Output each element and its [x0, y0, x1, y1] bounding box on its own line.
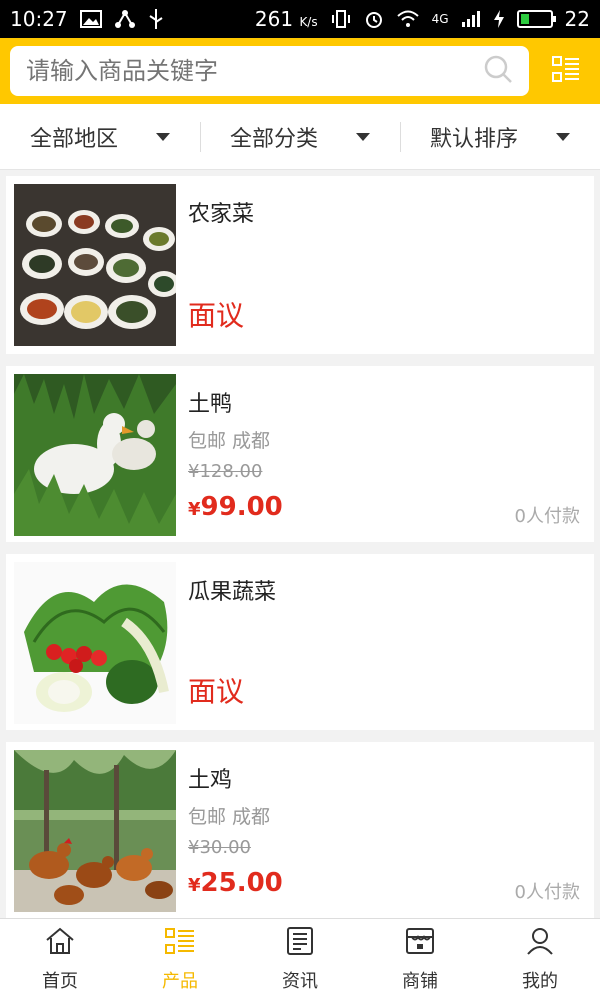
product-info: 瓜果蔬菜 面议	[188, 562, 586, 722]
product-image	[14, 374, 176, 536]
nav-mine[interactable]: 我的	[480, 919, 600, 1000]
nav-products[interactable]: 产品	[120, 919, 240, 1000]
product-card[interactable]: 土鸡 包邮 成都 ¥30.00 ¥25.00 0人付款	[6, 742, 594, 918]
filter-category[interactable]: 全部分类	[200, 104, 400, 169]
signal-icon	[461, 10, 481, 28]
nav-label: 产品	[162, 971, 198, 992]
product-image	[14, 562, 176, 724]
battery-icon	[516, 10, 556, 28]
nav-label: 资讯	[282, 971, 318, 992]
user-icon	[525, 926, 555, 961]
charging-icon	[493, 9, 505, 29]
usb-icon	[148, 8, 164, 30]
clock: 10:27	[10, 7, 68, 31]
product-info: 农家菜 面议	[188, 184, 586, 346]
filter-label: 全部分类	[229, 126, 318, 152]
original-price: ¥30.00	[188, 837, 251, 858]
shop-icon	[404, 926, 436, 961]
image-icon	[79, 10, 102, 28]
nav-label: 我的	[522, 971, 558, 992]
caret-down-icon	[156, 132, 170, 141]
caret-down-icon	[356, 132, 370, 141]
wifi-icon	[396, 10, 420, 28]
caret-down-icon	[556, 132, 570, 141]
network-speed: 261 K/s	[254, 7, 318, 31]
product-title: 农家菜	[188, 202, 255, 227]
share-icon	[114, 9, 136, 29]
product-card[interactable]: 土鸭 包邮 成都 ¥128.00 ¥99.00 0人付款	[6, 366, 594, 542]
filter-label: 默认排序	[429, 126, 518, 152]
status-bar: 10:27 261 K/s 4G 22	[0, 0, 600, 38]
filter-label: 全部地区	[29, 126, 118, 152]
nav-shop[interactable]: 商铺	[360, 919, 480, 1000]
price-negotiable: 面议	[188, 299, 245, 332]
paid-count: 0人付款	[514, 506, 580, 527]
filter-bar: 全部地区 全部分类 默认排序	[0, 104, 600, 170]
search-bar[interactable]	[10, 46, 529, 96]
product-info: 土鸭 包邮 成都 ¥128.00 ¥99.00 0人付款	[188, 374, 586, 534]
product-info: 土鸡 包邮 成都 ¥30.00 ¥25.00 0人付款	[188, 750, 586, 910]
shipping-location: 包邮 成都	[188, 806, 271, 828]
product-card[interactable]: 瓜果蔬菜 面议	[6, 554, 594, 730]
search-header	[0, 38, 600, 104]
filter-region[interactable]: 全部地区	[0, 104, 200, 169]
original-price: ¥128.00	[188, 461, 263, 482]
network-type: 4G	[431, 12, 449, 26]
shipping-location: 包邮 成都	[188, 430, 271, 452]
battery-level: 22	[564, 7, 590, 31]
search-input[interactable]	[26, 57, 446, 85]
nav-label: 商铺	[402, 971, 438, 992]
nav-home[interactable]: 首页	[0, 919, 120, 1000]
current-price: ¥25.00	[188, 868, 283, 898]
product-title: 瓜果蔬菜	[188, 580, 277, 605]
search-icon[interactable]	[483, 54, 513, 88]
alarm-icon	[364, 9, 384, 29]
news-icon	[285, 926, 315, 961]
product-title: 土鸭	[188, 392, 233, 417]
bottom-nav: 首页 产品 资讯 商铺 我的	[0, 918, 600, 1000]
nav-news[interactable]: 资讯	[240, 919, 360, 1000]
category-menu-button[interactable]	[543, 47, 590, 95]
product-image	[14, 750, 176, 912]
product-image	[14, 184, 176, 346]
vibrate-icon	[330, 9, 352, 29]
product-title: 土鸡	[188, 768, 233, 793]
nav-label: 首页	[42, 971, 78, 992]
list-icon	[164, 926, 196, 961]
product-card[interactable]: 农家菜 面议	[6, 176, 594, 354]
filter-sort[interactable]: 默认排序	[400, 104, 600, 169]
price-negotiable: 面议	[188, 675, 245, 708]
paid-count: 0人付款	[514, 882, 580, 903]
list-icon	[551, 54, 581, 88]
current-price: ¥99.00	[188, 492, 283, 522]
home-icon	[44, 926, 76, 961]
